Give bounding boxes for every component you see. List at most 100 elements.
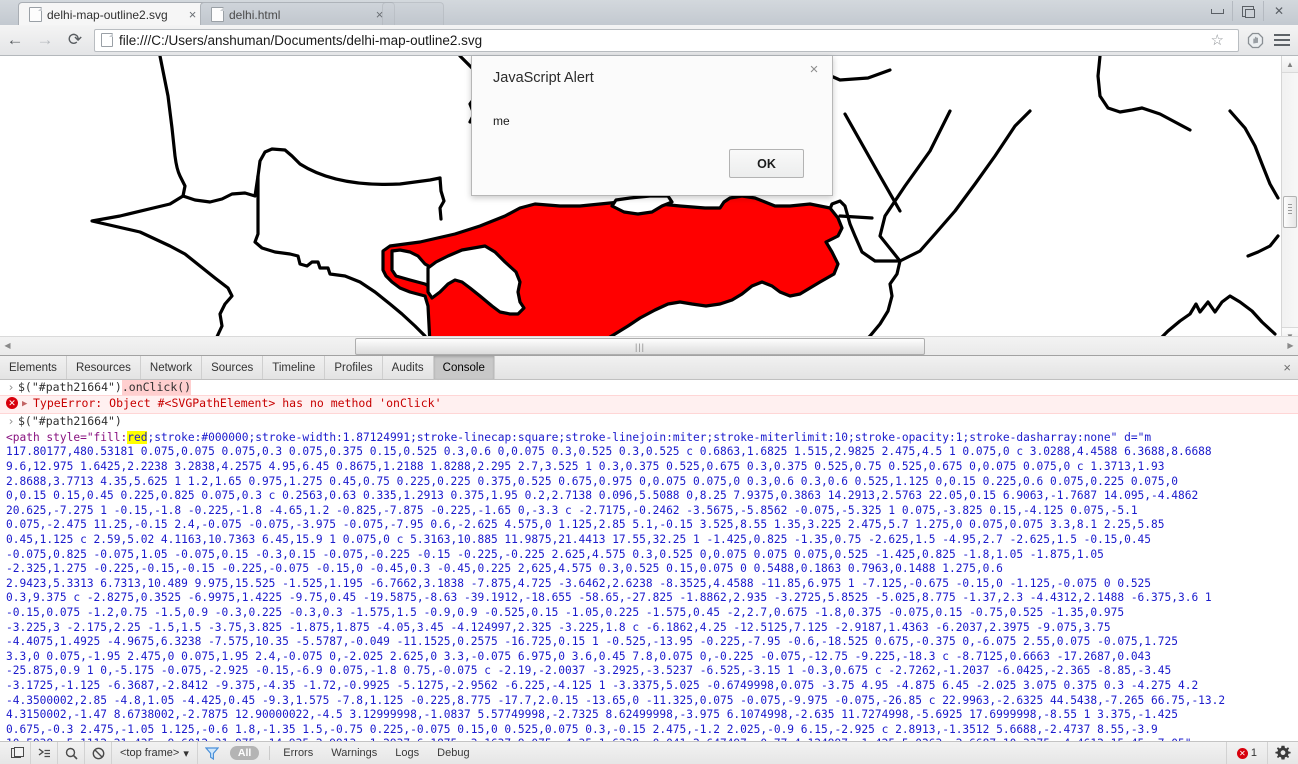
tab-sources[interactable]: Sources — [202, 356, 264, 379]
settings-gear-icon[interactable] — [1267, 742, 1298, 764]
markup-path-line-18: 4.3150002,-1.47 8.6738002,-2.7875 12.900… — [6, 708, 1178, 722]
filter-errors-button[interactable]: Errors — [274, 747, 322, 759]
console-command-text: $("#path21664") — [18, 413, 122, 428]
file-icon — [29, 7, 42, 22]
markup-path-line-14: 3.3,0 0.075,-1.95 2.475,0 0.075,1.95 2.4… — [6, 649, 1152, 663]
chevron-down-icon: ▾ — [183, 747, 189, 760]
filter-funnel-icon[interactable] — [198, 746, 226, 760]
markup-path-line-16: -3.1725,-1.125 -6.3687,-2.8412 -9.375,-4… — [6, 678, 1199, 692]
tab-console[interactable]: Console — [433, 356, 495, 379]
back-icon[interactable]: ← — [0, 25, 30, 55]
address-bar[interactable]: file:///C:/Users/anshuman/Documents/delh… — [94, 28, 1239, 52]
console-output[interactable]: › $("#path21664") .onClick() ✕ ▶ TypeErro… — [0, 380, 1298, 741]
console-error-line: ✕ ▶ TypeError: Object #<SVGPathElement> … — [0, 395, 1298, 414]
tab-strip: delhi-map-outline2.svg × delhi.html × ✕ — [0, 0, 1298, 26]
scrollbar-grip-icon: ||| — [634, 341, 645, 352]
scroll-up-arrow-icon[interactable]: ▲ — [1282, 56, 1298, 73]
markup-path-line-12: -3.225,3 -2.175,2.25 -1.5,1.5 -3.75,3.82… — [6, 620, 1111, 634]
tab-resources[interactable]: Resources — [67, 356, 141, 379]
window-controls: ✕ — [1202, 1, 1294, 21]
error-count-badge[interactable]: ✕ 1 — [1225, 742, 1267, 764]
scroll-left-arrow-icon[interactable]: ◀ — [0, 337, 15, 354]
console-command-text: $("#path21664") — [18, 380, 122, 394]
close-icon[interactable]: × — [186, 8, 199, 21]
markup-path-line-2: 2.8688,3.7713 4.35,5.625 1 1.2,1.65 0.97… — [6, 474, 1178, 488]
error-count-value: 1 — [1250, 747, 1257, 759]
divider — [269, 746, 271, 760]
markup-path-line-6: 0.45,1.125 c 2.59,5.02 4.1163,10.7363 6.… — [6, 533, 1152, 547]
tab-audits[interactable]: Audits — [383, 356, 434, 379]
tab-title: delhi.html — [229, 7, 281, 22]
console-command-line: › $("#path21664") .onClick() — [0, 380, 1298, 396]
markup-path-line-9: 2.9423,5.3313 6.7313,10.489 9.975,15.525… — [6, 576, 1152, 590]
tab-network[interactable]: Network — [141, 356, 203, 379]
tab-title: delhi-map-outline2.svg — [47, 7, 168, 22]
hamburger-menu-icon[interactable] — [1274, 31, 1290, 49]
tab-timeline[interactable]: Timeline — [263, 356, 326, 379]
markup-path-line-19: 0.675,-0.3 2.475,-1.05 1.125,-0.6 1.8,-1… — [6, 722, 1158, 736]
frame-selector[interactable]: <top frame> ▾ — [112, 742, 198, 764]
page-vertical-scrollbar[interactable]: ▲ ▼ — [1281, 56, 1298, 344]
minimize-icon[interactable] — [1202, 1, 1232, 21]
close-icon[interactable]: ✕ — [1263, 1, 1294, 21]
reload-icon[interactable]: ⟳ — [60, 25, 90, 55]
tab-profiles[interactable]: Profiles — [325, 356, 383, 379]
markup-open-tag: <path style="fill: — [6, 430, 128, 444]
markup-fill-value: red — [127, 430, 148, 444]
console-command-line-2: › $("#path21664") — [0, 414, 1298, 429]
error-icon: ✕ — [6, 397, 18, 410]
browser-toolbar: ← → ⟳ file:///C:/Users/anshuman/Document… — [0, 25, 1298, 56]
ok-button[interactable]: OK — [729, 149, 804, 178]
expander-icon[interactable]: ▶ — [22, 397, 33, 412]
scroll-right-arrow-icon[interactable]: ▶ — [1283, 337, 1298, 354]
prompt-icon: › — [7, 413, 15, 428]
prompt-icon: › — [7, 380, 15, 394]
file-icon — [211, 7, 224, 22]
url-text: file:///C:/Users/anshuman/Documents/delh… — [119, 32, 483, 48]
markup-path-line-8: -2.325,1.275 -0.225,-0.15,-0.15 -0.225,-… — [6, 562, 1003, 576]
filter-all-button[interactable]: All — [229, 746, 260, 760]
restore-icon[interactable] — [1232, 1, 1263, 21]
status-bar-right: ✕ 1 — [1225, 742, 1298, 764]
javascript-alert-dialog: JavaScript Alert × me OK — [471, 56, 833, 196]
browser-tab-inactive[interactable]: delhi.html × — [200, 2, 395, 26]
bookmark-star-icon[interactable]: ☆ — [1211, 31, 1224, 49]
vertical-scrollbar-thumb[interactable] — [1283, 196, 1297, 228]
browser-tab-active[interactable]: delhi-map-outline2.svg × — [18, 2, 208, 26]
page-horizontal-scrollbar[interactable]: ◀ ||| ▶ — [0, 336, 1298, 356]
tab-elements[interactable]: Elements — [0, 356, 67, 379]
dock-icon[interactable] — [4, 742, 31, 764]
devtools-close-icon[interactable]: × — [1283, 356, 1291, 379]
markup-style-rest: ;stroke:#000000;stroke-width:1.87124991;… — [147, 430, 1152, 444]
markup-path-line-0: 117.80177,480.53181 0.075,0.075 0.075,0.… — [6, 445, 1212, 459]
markup-path-line-4: 20.625,-7.275 1 -0.15,-1.8 -0.225,-1.8 -… — [6, 503, 1138, 517]
console-error-text: TypeError: Object #<SVGPathElement> has … — [33, 396, 442, 411]
filter-logs-button[interactable]: Logs — [386, 747, 428, 759]
markup-path-line-17: -4.3500002,2.85 -4.8,1.05 -4.425,0.45 -9… — [6, 693, 1226, 707]
markup-path-line-1: 9.6,12.975 1.6425,2.2238 3.2838,4.2575 4… — [6, 460, 1165, 474]
console-svg-markup-result[interactable]: <path style="fill:red;stroke:#000000;str… — [0, 429, 1298, 741]
close-icon[interactable]: × — [806, 62, 822, 78]
forward-icon[interactable]: → — [30, 25, 60, 55]
markup-path-line-15: -25.875,0.9 1 0,-5.175 -0.075,-2.925 -0.… — [6, 664, 1172, 678]
markup-path-line-7: -0.075,0.825 -0.075,1.05 -0.075,0.15 -0.… — [6, 547, 1104, 561]
devtools-tab-bar: Elements Resources Network Sources Timel… — [0, 356, 1298, 380]
horizontal-scrollbar-thumb[interactable]: ||| — [355, 338, 925, 355]
error-icon: ✕ — [1236, 747, 1248, 759]
clear-console-icon[interactable] — [85, 742, 112, 764]
frame-selector-label: <top frame> — [120, 747, 180, 759]
console-command-highlight: .onClick() — [121, 380, 192, 396]
devtools-panel: Elements Resources Network Sources Timel… — [0, 355, 1298, 764]
adblock-icon[interactable] — [1247, 32, 1264, 49]
markup-path-line-5: 0.075,-2.475 11.25,-0.15 2.4,-0.075 -0.0… — [6, 518, 1165, 532]
markup-path-line-10: 0.3,9.375 c -2.8275,0.3525 -6.9975,1.422… — [6, 591, 1212, 605]
filter-warnings-button[interactable]: Warnings — [322, 747, 386, 759]
search-icon[interactable] — [58, 742, 85, 764]
drawer-icon[interactable] — [31, 742, 58, 764]
new-tab-button[interactable] — [382, 2, 444, 26]
devtools-status-bar: <top frame> ▾ All Errors Warnings Logs D… — [0, 741, 1298, 764]
browser-window: delhi-map-outline2.svg × delhi.html × ✕ … — [0, 0, 1298, 764]
page-icon — [101, 33, 113, 47]
dialog-message: me — [493, 114, 510, 128]
filter-debug-button[interactable]: Debug — [428, 747, 478, 759]
